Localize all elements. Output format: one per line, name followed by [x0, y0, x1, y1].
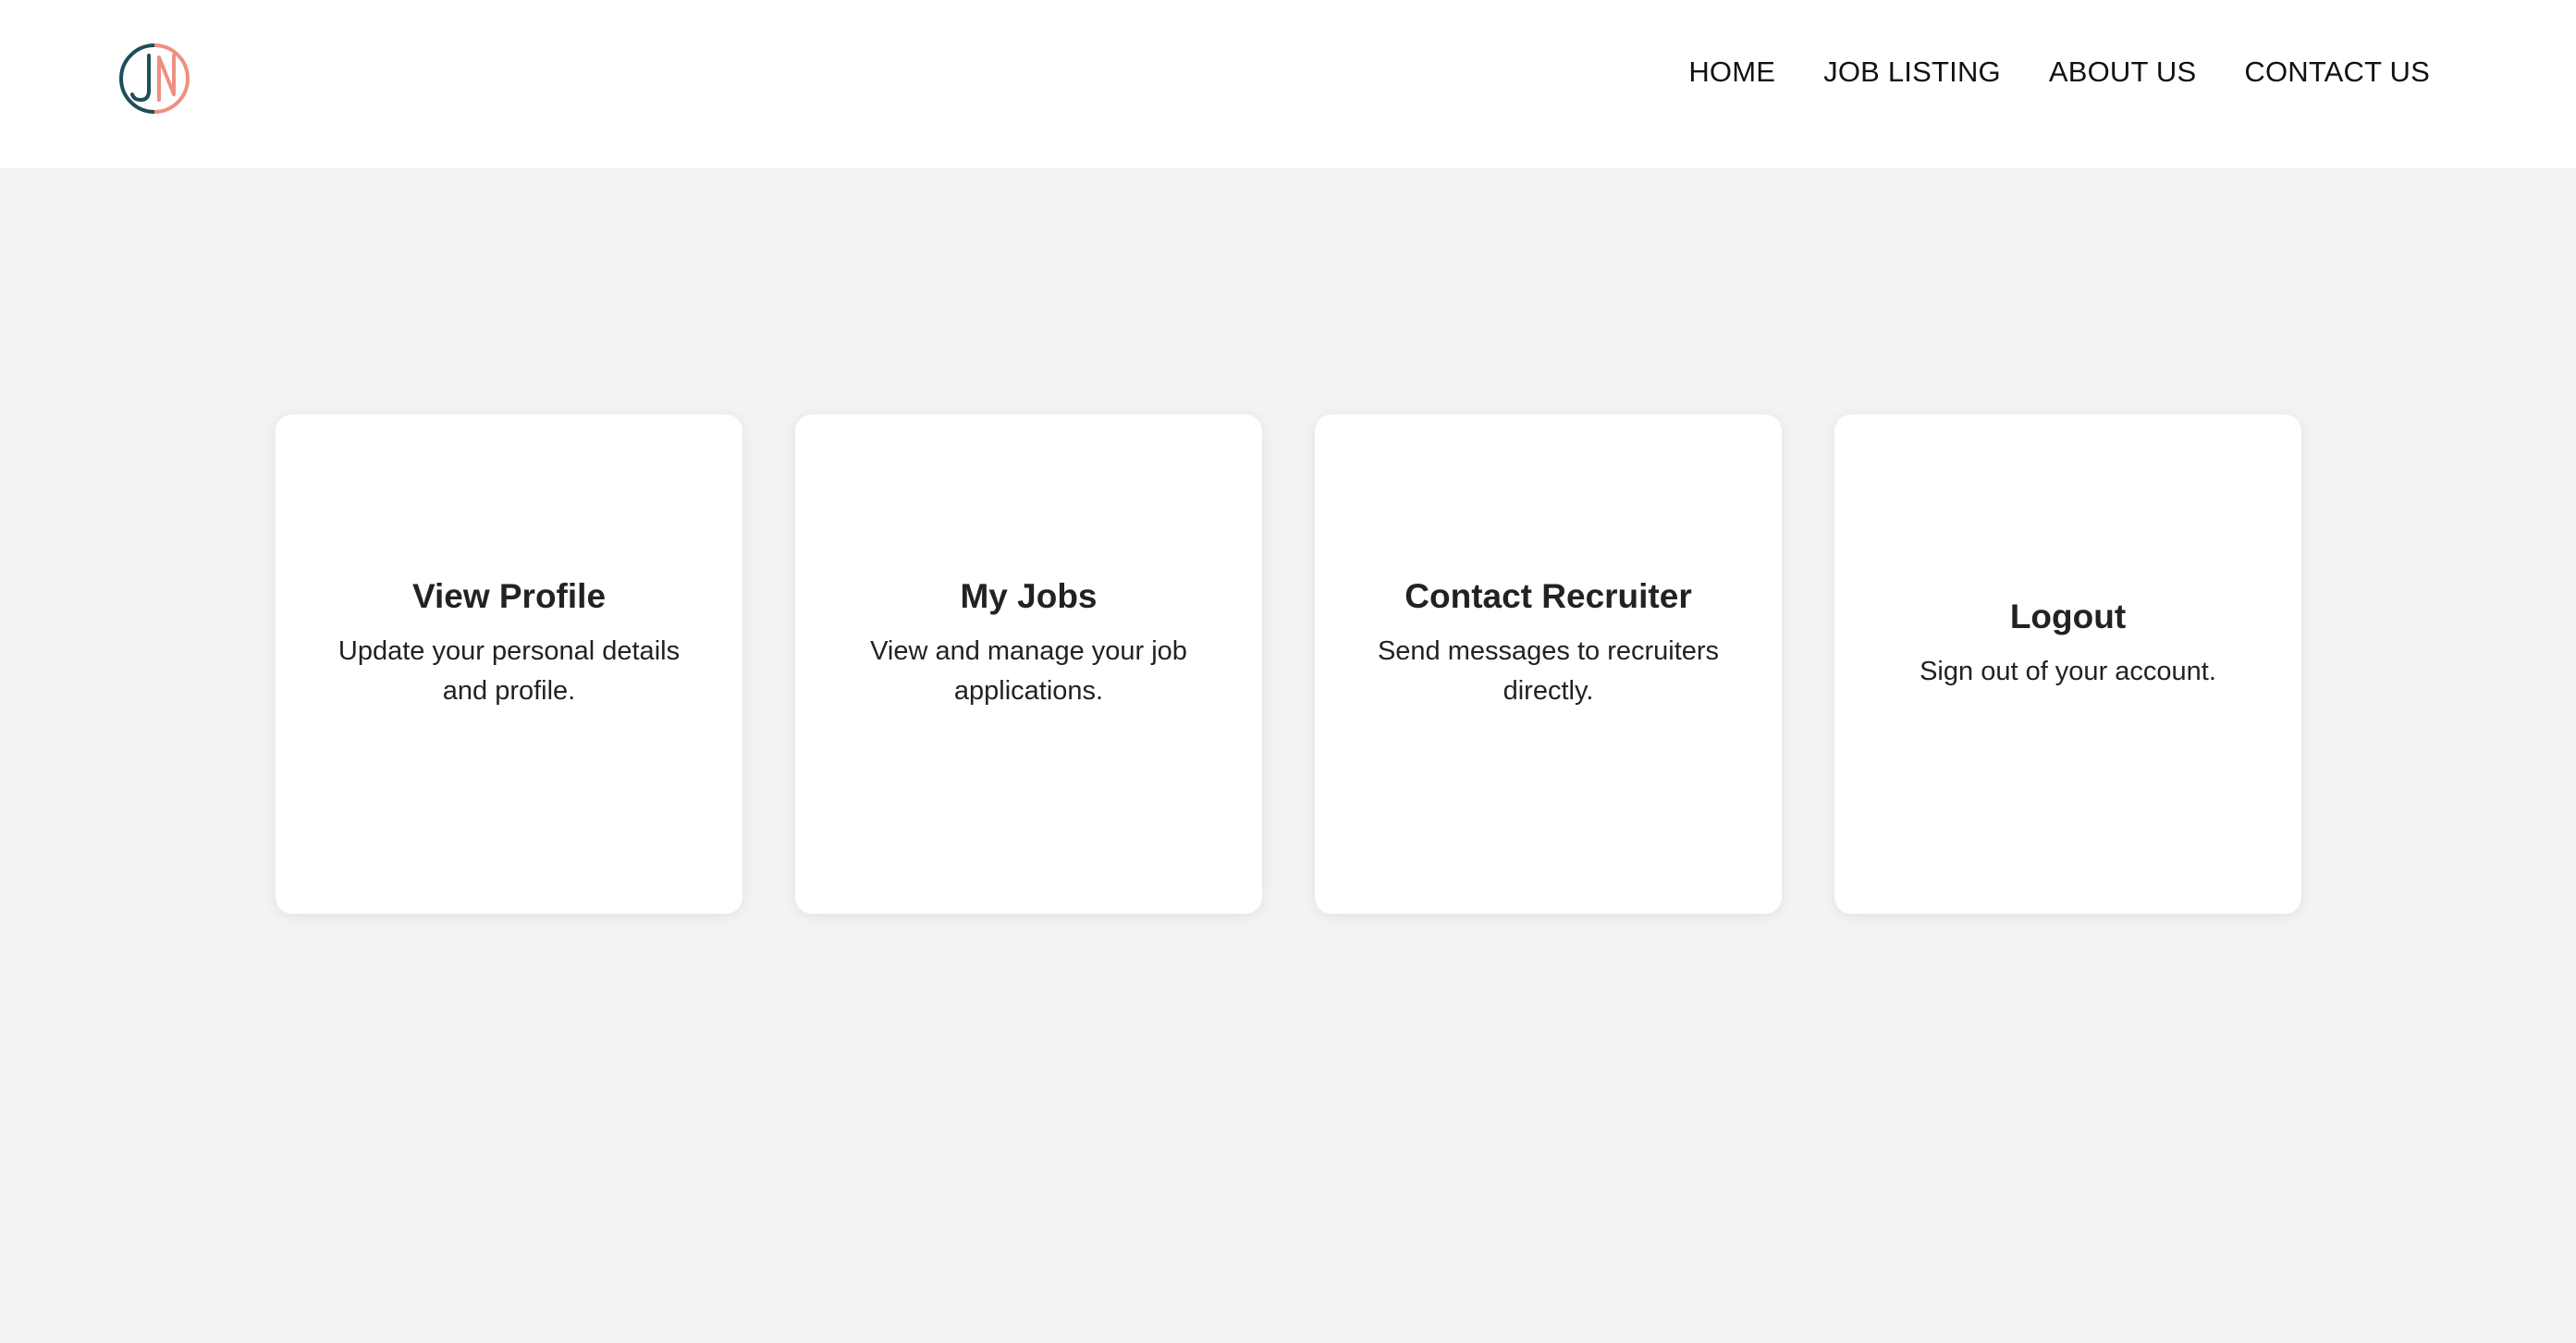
site-logo[interactable] — [118, 43, 190, 115]
card-description: Update your personal details and profile… — [337, 636, 681, 706]
dashboard-cards: View Profile Update your personal detail… — [276, 414, 2301, 914]
card-description: View and manage your job applications. — [870, 636, 1187, 706]
logout-card[interactable]: Logout Sign out of your account. — [1834, 414, 2301, 914]
card-description: Sign out of your account. — [1920, 656, 2216, 686]
card-title: My Jobs — [960, 577, 1098, 615]
card-title: Contact Recruiter — [1405, 577, 1692, 615]
nav-home-link[interactable]: HOME — [1688, 50, 1775, 94]
view-profile-card[interactable]: View Profile Update your personal detail… — [276, 414, 742, 914]
nav-contact-us-link[interactable]: CONTACT US — [2244, 50, 2430, 94]
card-description: Send messages to recruiters directly. — [1377, 636, 1720, 706]
card-title: Logout — [2009, 597, 2127, 635]
card-title: View Profile — [411, 577, 607, 615]
nav-job-listing-link[interactable]: JOB LISTING — [1823, 50, 2001, 94]
contact-recruiter-card[interactable]: Contact Recruiter Send messages to recru… — [1315, 414, 1782, 914]
site-header: HOME JOB LISTING ABOUT US CONTACT US — [0, 0, 2576, 168]
main-nav: HOME JOB LISTING ABOUT US CONTACT US — [1688, 50, 2430, 94]
nav-about-us-link[interactable]: ABOUT US — [2049, 50, 2197, 94]
jn-monogram-logo-icon — [119, 43, 190, 114]
my-jobs-card[interactable]: My Jobs View and manage your job applica… — [795, 414, 1262, 914]
